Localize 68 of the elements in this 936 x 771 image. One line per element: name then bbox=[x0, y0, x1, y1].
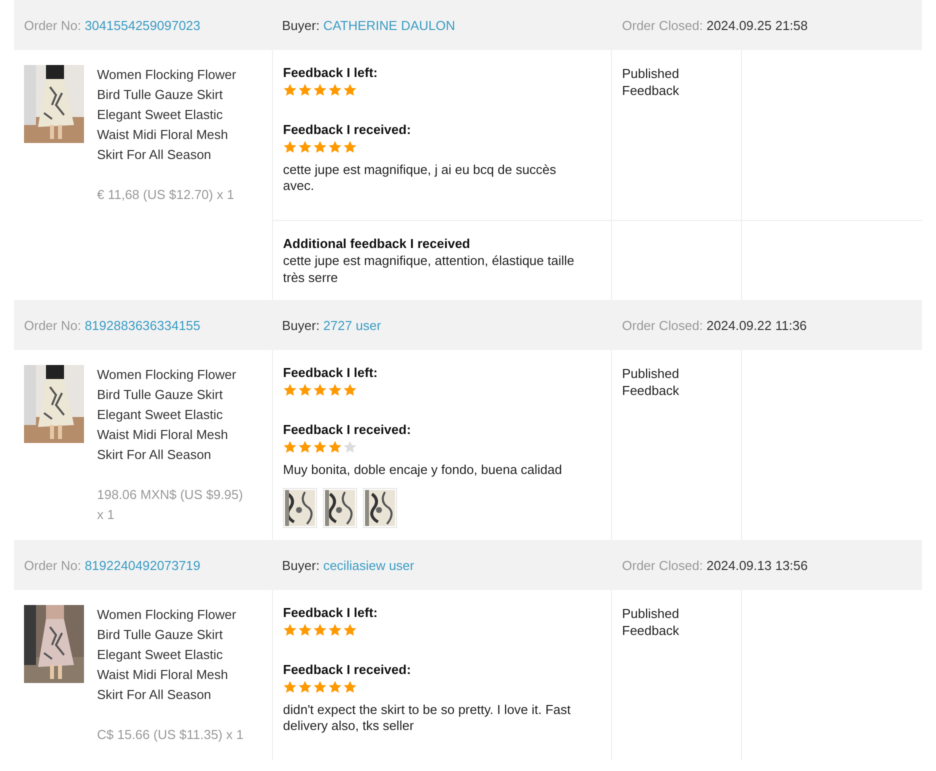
closed-label: Order Closed: bbox=[622, 558, 703, 572]
star-icon bbox=[283, 140, 297, 154]
star-icon bbox=[298, 83, 312, 97]
star-icon bbox=[313, 440, 327, 454]
product-title[interactable]: Women Flocking Flower Bird Tulle Gauze Skirt Elegant Sweet Elastic Waist Midi Floral Mesh Skirt For All Season bbox=[97, 605, 247, 705]
star-icon bbox=[328, 680, 342, 694]
star-icon bbox=[283, 680, 297, 694]
star-icon bbox=[343, 83, 357, 97]
feedback-received-label: Feedback I received: bbox=[283, 122, 412, 138]
buyer-label: Buyer: bbox=[282, 18, 320, 32]
buyer-label: Buyer: bbox=[282, 318, 320, 332]
feedback-received-label: Feedback I received: bbox=[283, 422, 412, 438]
star-icon bbox=[343, 680, 357, 694]
order-label: Order No: bbox=[24, 18, 82, 32]
product-title[interactable]: Women Flocking Flower Bird Tulle Gauze Skirt Elegant Sweet Elastic Waist Midi Floral Mesh Skirt For All Season bbox=[97, 365, 247, 465]
feedback-left-label: Feedback I left: bbox=[283, 605, 379, 621]
product-title[interactable]: Women Flocking Flower Bird Tulle Gauze Skirt Elegant Sweet Elastic Waist Midi Floral Mesh Skirt For All Season bbox=[97, 65, 247, 165]
star-icon bbox=[298, 623, 312, 637]
additional-feedback-label: Additional feedback I received bbox=[283, 236, 472, 252]
star-icon bbox=[328, 140, 342, 154]
star-icon bbox=[343, 383, 357, 397]
star-icon bbox=[328, 623, 342, 637]
order-number-link[interactable]: 8192240492073719 bbox=[84, 558, 200, 572]
star-icon bbox=[283, 440, 297, 454]
order-label: Order No: bbox=[24, 318, 82, 332]
order-number-link[interactable]: 8192883636334155 bbox=[84, 318, 200, 332]
feedback-status: Published Feedback bbox=[622, 66, 680, 98]
star-icon bbox=[283, 383, 297, 397]
product-price: 198.06 MXN$ (US $9.95) x 1 bbox=[97, 486, 244, 524]
star-icon bbox=[343, 140, 357, 154]
closed-date: 2024.09.22 11:36 bbox=[706, 318, 807, 332]
star-icon bbox=[313, 680, 327, 694]
star-icon bbox=[328, 440, 342, 454]
closed-label: Order Closed: bbox=[622, 318, 703, 332]
additional-feedback-comment: cette jupe est magnifique, attention, élastique taille très serre bbox=[283, 252, 576, 286]
star-icon bbox=[313, 140, 327, 154]
feedback-left-label: Feedback I left: bbox=[283, 365, 379, 381]
feedback-left-label: Feedback I left: bbox=[283, 65, 379, 81]
buyer-link[interactable]: CATHERINE DAULON bbox=[323, 18, 456, 32]
product-price: C$ 15.66 (US $11.35) x 1 bbox=[97, 726, 244, 744]
star-icon bbox=[298, 383, 312, 397]
star-icon bbox=[313, 623, 327, 637]
feedback-comment: didn't expect the skirt to be so pretty. I love it. Fast delivery also, tks seller bbox=[283, 702, 572, 734]
star-icon bbox=[343, 623, 357, 637]
feedback-comment: cette jupe est magnifique, j ai eu bcq de succès avec. bbox=[283, 162, 558, 194]
star-icon bbox=[313, 383, 327, 397]
feedback-received-label: Feedback I received: bbox=[283, 662, 412, 678]
buyer-link[interactable]: 2727 user bbox=[323, 318, 382, 332]
star-icon bbox=[328, 383, 342, 397]
feedback-comment: Muy bonita, doble encaje y fondo, buena calidad bbox=[283, 462, 563, 478]
order-label: Order No: bbox=[24, 558, 82, 572]
star-icon bbox=[283, 623, 297, 637]
star-icon bbox=[328, 83, 342, 97]
feedback-status: Published Feedback bbox=[622, 606, 680, 638]
star-icon bbox=[298, 440, 312, 454]
product-price: € 11,68 (US $12.70) x 1 bbox=[97, 186, 236, 204]
closed-date: 2024.09.13 13:56 bbox=[706, 558, 808, 572]
closed-label: Order Closed: bbox=[622, 18, 703, 32]
order-number-link[interactable]: 3041554259097023 bbox=[84, 18, 200, 32]
closed-date: 2024.09.25 21:58 bbox=[706, 18, 808, 32]
star-icon bbox=[298, 140, 312, 154]
buyer-link[interactable]: ceciliasiew user bbox=[323, 558, 414, 572]
buyer-label: Buyer: bbox=[282, 558, 320, 572]
star-icon bbox=[313, 83, 327, 97]
star-icon bbox=[283, 83, 297, 97]
feedback-status: Published Feedback bbox=[622, 366, 680, 398]
star-icon bbox=[343, 440, 357, 454]
star-icon bbox=[298, 680, 312, 694]
